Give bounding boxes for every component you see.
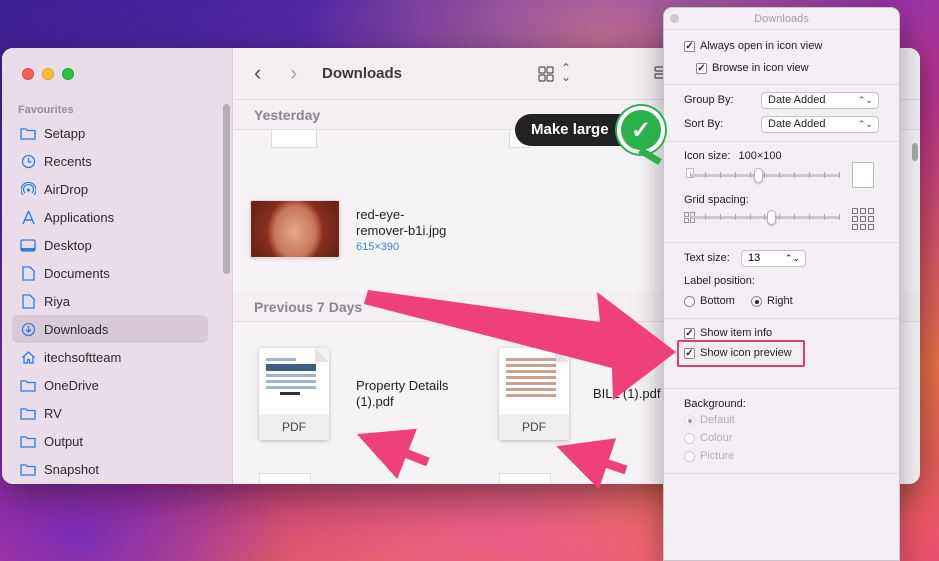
small-arrow-icon <box>556 438 628 490</box>
callout-pointer-icon <box>638 146 662 166</box>
big-arrow-icon <box>364 290 676 400</box>
small-arrow-icon <box>356 428 430 479</box>
annotation-arrows <box>356 146 676 490</box>
